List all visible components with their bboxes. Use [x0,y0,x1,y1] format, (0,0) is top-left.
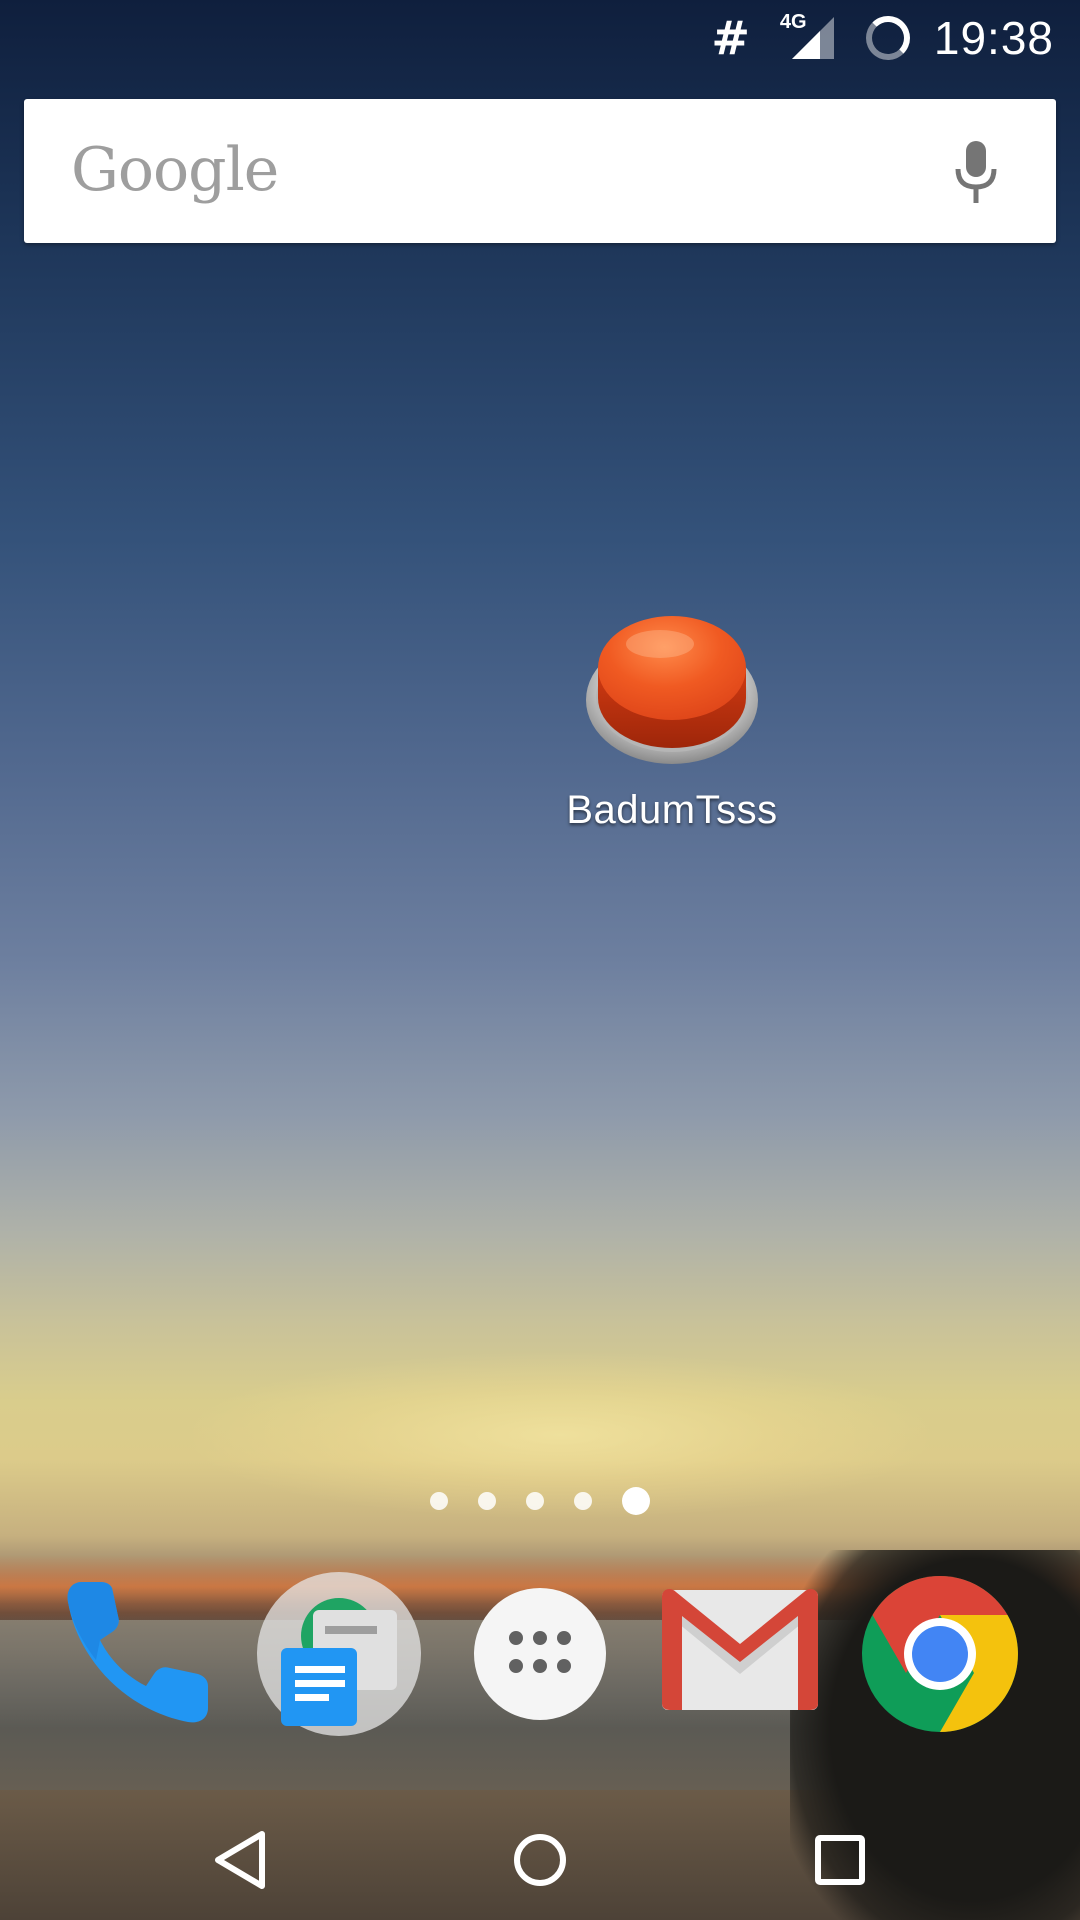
app-drawer-icon[interactable] [456,1570,624,1738]
page-dot [526,1492,544,1510]
gmail-icon[interactable] [656,1570,824,1738]
page-dot-active [622,1487,650,1515]
clock: 19:38 [933,11,1054,64]
page-dot [478,1492,496,1510]
page-dot [574,1492,592,1510]
red-button-icon [586,616,758,764]
home-circle-icon[interactable] [500,1820,580,1900]
back-triangle-icon[interactable] [200,1820,280,1900]
battery-icon [865,15,910,60]
home-screen: # 4G 19:38 Google BadumTsss [0,0,1080,1920]
google-logo: Google [71,135,279,205]
page-dot [430,1492,448,1510]
app-label: BadumTsss [566,788,778,832]
app-icon-badumtsss[interactable]: BadumTsss [560,598,784,833]
navigation-bar [0,1800,1080,1920]
microphone-icon[interactable] [954,139,998,205]
status-bar: # 4G 19:38 [0,0,1080,75]
page-indicator [0,1486,1080,1516]
messages-icon[interactable] [255,1570,423,1738]
cell-signal-icon: 4G [780,11,836,61]
chrome-icon[interactable] [856,1570,1024,1738]
recents-square-icon[interactable] [800,1820,880,1900]
hash-notification-icon: # [711,10,750,65]
phone-icon[interactable] [52,1570,220,1738]
google-search-bar[interactable]: Google [24,99,1056,243]
